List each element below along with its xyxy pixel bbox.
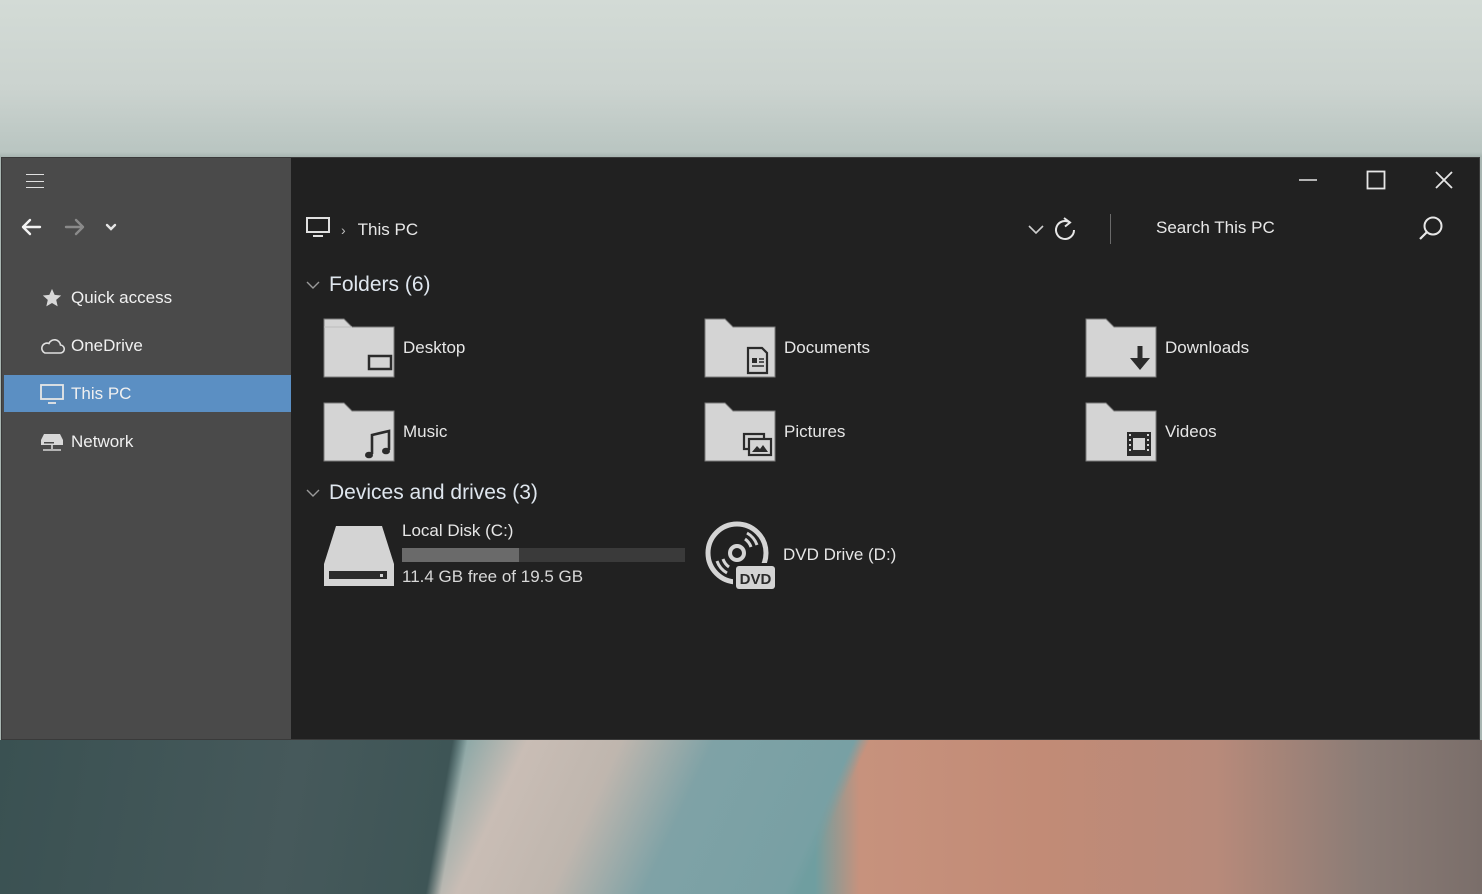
folder-tile-videos[interactable]: Videos xyxy=(1085,402,1217,462)
chevron-down-icon xyxy=(1028,225,1044,235)
sidebar-item-label: OneDrive xyxy=(71,335,143,355)
drive-usage-fill xyxy=(402,548,520,562)
group-header-drives[interactable]: Devices and drives (3) xyxy=(305,481,538,505)
drive-free-space: 11.4 GB free of 19.5 GB xyxy=(402,567,584,586)
group-header-folders[interactable]: Folders (6) xyxy=(305,273,431,297)
address-bar: › This PC Search This PC xyxy=(291,202,1479,257)
breadcrumb-separator: › xyxy=(341,221,346,238)
sidebar-item-network[interactable]: Network xyxy=(2,423,291,460)
breadcrumb[interactable]: › This PC xyxy=(305,215,418,244)
folder-tile-desktop[interactable]: Desktop xyxy=(323,318,465,378)
sidebar-item-label: This PC xyxy=(71,383,132,403)
breadcrumb-item-this-pc[interactable]: This PC xyxy=(358,220,418,240)
refresh-icon xyxy=(1055,217,1075,240)
folder-label: Videos xyxy=(1165,422,1217,441)
maximize-icon xyxy=(1366,170,1386,190)
desktop-wallpaper xyxy=(0,740,1482,894)
minimize-icon xyxy=(1299,179,1317,181)
monitor-icon xyxy=(305,215,331,244)
sidebar-item-quick-access[interactable]: Quick access xyxy=(2,279,291,316)
address-search-divider xyxy=(1110,214,1111,244)
chevron-down-icon xyxy=(105,223,117,231)
chevron-down-icon xyxy=(306,281,320,289)
folder-label: Pictures xyxy=(784,422,846,441)
main-pane: › This PC Search This PC Folders (6) Des… xyxy=(291,158,1479,739)
recent-locations-button[interactable] xyxy=(102,218,120,236)
network-icon xyxy=(39,431,65,453)
search-input[interactable]: Search This PC xyxy=(1156,218,1275,238)
folder-label: Downloads xyxy=(1165,338,1250,357)
folder-label: Desktop xyxy=(403,338,466,357)
search-icon xyxy=(1419,216,1443,240)
address-history-button[interactable] xyxy=(1025,218,1047,240)
downloads-folder-icon xyxy=(1085,318,1157,378)
drive-usage-bar xyxy=(402,548,685,562)
minimize-button[interactable] xyxy=(1274,158,1342,202)
desktop-folder-icon xyxy=(323,318,395,378)
drive-name: Local Disk (C:) xyxy=(402,521,514,540)
navigation-list: Quick access OneDrive This PC Network xyxy=(2,279,291,471)
documents-folder-icon xyxy=(704,318,776,378)
star-icon xyxy=(39,287,65,309)
folder-tile-downloads[interactable]: Downloads xyxy=(1085,318,1249,378)
sidebar-item-label: Quick access xyxy=(71,287,173,307)
sidebar-item-this-pc[interactable]: This PC xyxy=(4,375,291,412)
folder-tile-music[interactable]: Music xyxy=(323,402,447,462)
videos-folder-icon xyxy=(1085,402,1157,462)
pictures-folder-icon xyxy=(704,402,776,462)
dvd-badge: DVD xyxy=(740,571,772,588)
folder-label: Music xyxy=(403,422,448,441)
group-title: Folders (6) xyxy=(329,273,431,296)
close-icon xyxy=(1435,171,1453,189)
hard-drive-icon xyxy=(324,526,394,586)
back-button[interactable] xyxy=(18,214,44,240)
navigation-pane: Quick access OneDrive This PC Network xyxy=(2,158,291,739)
folder-tile-documents[interactable]: Documents xyxy=(704,318,870,378)
folder-label: Documents xyxy=(784,338,870,357)
file-explorer-window: Quick access OneDrive This PC Network › … xyxy=(1,157,1480,740)
group-title: Devices and drives (3) xyxy=(329,481,538,504)
folder-tile-pictures[interactable]: Pictures xyxy=(704,402,845,462)
search-button[interactable] xyxy=(1416,214,1446,244)
hamburger-icon[interactable] xyxy=(24,171,46,191)
maximize-button[interactable] xyxy=(1342,158,1410,202)
sidebar-item-onedrive[interactable]: OneDrive xyxy=(2,327,291,364)
arrow-left-icon xyxy=(21,218,42,236)
chevron-down-icon xyxy=(306,489,320,497)
sidebar-item-label: Network xyxy=(71,431,134,451)
close-button[interactable] xyxy=(1410,158,1478,202)
refresh-button[interactable] xyxy=(1051,214,1079,244)
drive-name: DVD Drive (D:) xyxy=(783,545,897,564)
monitor-icon xyxy=(39,383,65,405)
forward-button[interactable] xyxy=(62,214,88,240)
arrow-right-icon xyxy=(64,218,85,236)
cloud-icon xyxy=(39,335,65,357)
dvd-drive-icon: DVD xyxy=(705,521,777,591)
content-area: Folders (6) Desktop Documents Downloads … xyxy=(291,257,1479,739)
music-folder-icon xyxy=(323,402,395,462)
